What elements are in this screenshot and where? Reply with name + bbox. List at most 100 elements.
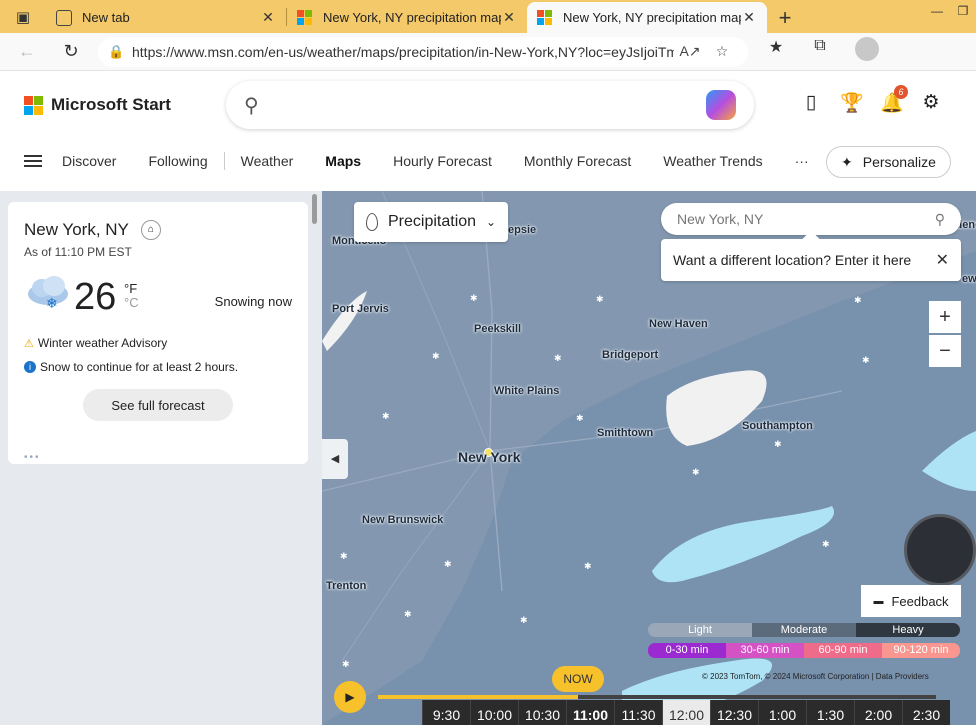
legend-light: Light bbox=[648, 623, 752, 637]
favorites-icon[interactable]: ★ bbox=[754, 37, 798, 66]
minimize-icon[interactable]: — bbox=[924, 0, 950, 24]
city-label-new-york: New York bbox=[458, 449, 521, 465]
city-label-partial: ew bbox=[962, 273, 976, 285]
time-tick[interactable]: 2:30 bbox=[902, 700, 950, 725]
time-slider[interactable]: ▶ NOW 9:30 10:00 10:30 11:00 11:30 12:00… bbox=[322, 666, 976, 725]
camera-widget-icon[interactable] bbox=[904, 514, 976, 586]
snow-marker: ✱ bbox=[822, 539, 830, 549]
unit-toggle[interactable]: °F °C bbox=[124, 282, 139, 310]
see-full-forecast-button[interactable]: See full forecast bbox=[83, 389, 233, 421]
feedback-button[interactable]: ▬ Feedback bbox=[861, 585, 961, 617]
legend-90-120: 90-120 min bbox=[882, 643, 960, 658]
personalize-button[interactable]: ✦ Personalize bbox=[826, 146, 951, 178]
microsoft-logo-icon bbox=[537, 9, 553, 26]
droplet-icon bbox=[366, 213, 378, 231]
snow-marker: ✱ bbox=[340, 551, 348, 561]
nav-hourly-forecast[interactable]: Hourly Forecast bbox=[393, 153, 492, 169]
nav-following[interactable]: Following bbox=[148, 153, 207, 169]
header-icons: ▯ 🏆 🔔 6 ⚙ bbox=[800, 85, 942, 117]
time-tick[interactable]: 1:30 bbox=[806, 700, 854, 725]
snow-marker: ✱ bbox=[692, 467, 700, 477]
now-marker[interactable]: NOW bbox=[552, 666, 604, 692]
settings-gear-icon[interactable]: ⚙ bbox=[920, 91, 942, 117]
city-label-poughkeepsie: epsie bbox=[508, 224, 537, 236]
search-icon[interactable]: ⚲ bbox=[935, 211, 945, 228]
read-aloud-icon[interactable]: A↗ bbox=[674, 43, 706, 60]
nav-divider bbox=[223, 152, 225, 170]
snow-marker: ✱ bbox=[554, 353, 562, 363]
panel-scrollbar[interactable] bbox=[312, 194, 317, 224]
timeline-ticks: 9:30 10:00 10:30 11:00 11:30 12:00 12:30… bbox=[422, 700, 950, 725]
refresh-icon[interactable]: ↻ bbox=[54, 35, 88, 69]
back-icon[interactable]: ← bbox=[10, 35, 44, 69]
city-label-bridgeport: Bridgeport bbox=[602, 349, 659, 361]
msn-header: Microsoft Start ⚲ ▯ 🏆 🔔 6 ⚙ Discover Foll… bbox=[0, 71, 976, 191]
tab-actions-icon[interactable]: ▣ bbox=[0, 0, 46, 33]
close-icon[interactable]: ✕ bbox=[936, 250, 949, 270]
city-label-white-plains: White Plains bbox=[494, 385, 560, 397]
timeline-track[interactable] bbox=[378, 695, 936, 699]
svg-text:❄: ❄ bbox=[46, 295, 58, 311]
restore-icon[interactable]: ❐ bbox=[950, 0, 976, 24]
location-name: New York, NY bbox=[24, 220, 129, 239]
time-tick[interactable]: 12:30 bbox=[710, 700, 758, 725]
chevron-down-icon: ⌄ bbox=[486, 215, 497, 229]
zoom-out-button[interactable]: − bbox=[929, 335, 961, 367]
url-field[interactable]: 🔒 https://www.msn.com/en-us/weather/maps… bbox=[98, 36, 748, 67]
close-icon[interactable]: ✕ bbox=[501, 9, 517, 26]
advisory-row[interactable]: ⚠ Winter weather Advisory bbox=[24, 336, 167, 350]
url-text[interactable]: https://www.msn.com/en-us/weather/maps/p… bbox=[132, 44, 674, 60]
nav-maps[interactable]: Maps bbox=[325, 153, 361, 169]
personalize-label: Personalize bbox=[862, 154, 936, 170]
nav-weather[interactable]: Weather bbox=[241, 153, 294, 169]
close-icon[interactable]: ✕ bbox=[260, 9, 276, 26]
time-tick[interactable]: 1:00 bbox=[758, 700, 806, 725]
toolbar-icons: ★ ⧉ bbox=[754, 37, 886, 66]
new-tab-icon bbox=[56, 9, 72, 26]
snow-marker: ✱ bbox=[444, 559, 452, 569]
loading-dots-icon: ••• bbox=[24, 452, 41, 463]
add-favorite-icon[interactable]: ☆ bbox=[706, 43, 738, 60]
nav-discover[interactable]: Discover bbox=[62, 153, 116, 169]
time-tick[interactable]: 10:00 bbox=[470, 700, 518, 725]
layer-label: Precipitation bbox=[388, 213, 477, 230]
time-tick[interactable]: 2:00 bbox=[854, 700, 902, 725]
nav-weather-trends[interactable]: Weather Trends bbox=[663, 153, 762, 169]
snow-marker: ✱ bbox=[584, 561, 592, 571]
phone-icon[interactable]: ▯ bbox=[800, 91, 822, 117]
zoom-in-button[interactable]: + bbox=[929, 301, 961, 333]
web-search-box[interactable]: ⚲ bbox=[226, 81, 754, 129]
notification-badge: 6 bbox=[894, 85, 908, 99]
nav-monthly-forecast[interactable]: Monthly Forecast bbox=[524, 153, 631, 169]
legend-0-30: 0-30 min bbox=[648, 643, 726, 658]
new-tab-button[interactable]: + bbox=[767, 2, 803, 33]
close-icon[interactable]: ✕ bbox=[741, 9, 757, 26]
time-tick-current[interactable]: 11:00 bbox=[566, 700, 614, 725]
copilot-icon[interactable] bbox=[706, 90, 736, 120]
home-icon[interactable]: ⌂ bbox=[140, 220, 161, 240]
play-icon[interactable]: ▶ bbox=[334, 681, 366, 713]
snow-marker: ✱ bbox=[470, 293, 478, 303]
menu-icon[interactable] bbox=[24, 152, 42, 170]
time-tick[interactable]: 11:30 bbox=[614, 700, 662, 725]
lock-icon[interactable]: 🔒 bbox=[108, 44, 132, 60]
current-weather-card: New York, NY ⌂ As of 11:10 PM EST ❄ 26 °… bbox=[8, 202, 308, 464]
nav-more-icon[interactable]: ··· bbox=[795, 153, 809, 169]
rewards-icon[interactable]: 🏆 bbox=[840, 91, 864, 117]
tab-new-tab[interactable]: New tab ✕ bbox=[46, 2, 286, 33]
precipitation-map[interactable]: ✱ ✱ ✱ ✱ ✱ ✱ ✱ ✱ ✱ ✱ ✱ ✱ ✱ ✱ ✱ ✱ ✱ Montic… bbox=[322, 191, 976, 725]
notifications-icon[interactable]: 🔔 6 bbox=[880, 85, 908, 117]
tab-precip-map-1[interactable]: New York, NY precipitation map ✕ bbox=[287, 2, 527, 33]
precipitation-layer-dropdown[interactable]: Precipitation ⌄ bbox=[354, 202, 509, 242]
brand-logo[interactable]: Microsoft Start bbox=[24, 95, 171, 115]
time-tick[interactable]: 12:00 bbox=[662, 700, 710, 725]
unit-celsius[interactable]: °C bbox=[124, 296, 139, 310]
time-tick[interactable]: 9:30 bbox=[422, 700, 470, 725]
time-tick[interactable]: 10:30 bbox=[518, 700, 566, 725]
collections-icon[interactable]: ⧉ bbox=[798, 37, 842, 66]
unit-fahrenheit[interactable]: °F bbox=[124, 282, 139, 296]
profile-avatar[interactable] bbox=[842, 37, 886, 66]
collapse-panel-icon[interactable]: ◀ bbox=[322, 439, 348, 479]
warning-icon: ⚠ bbox=[24, 337, 34, 350]
tab-precip-map-active[interactable]: New York, NY precipitation map ✕ bbox=[527, 2, 767, 33]
